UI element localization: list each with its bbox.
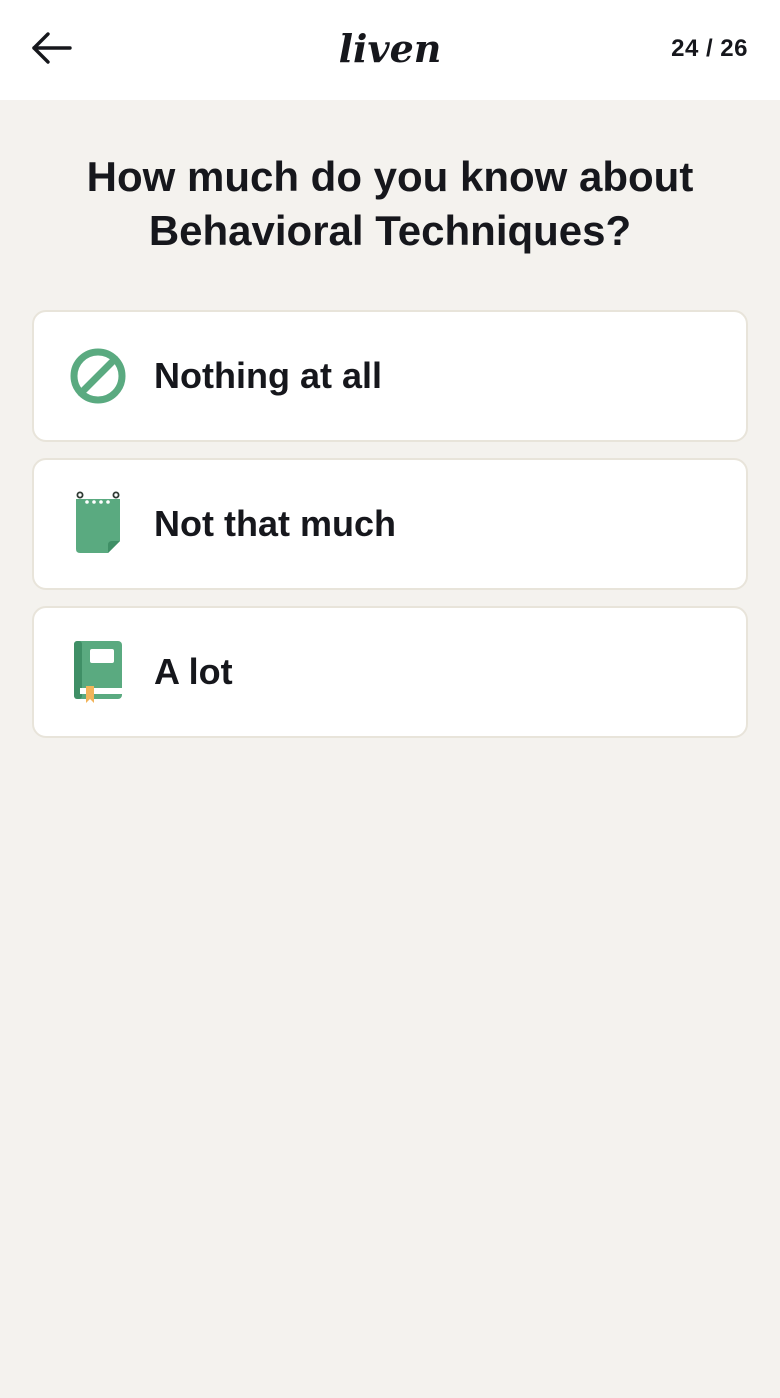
notepad-icon	[68, 490, 128, 558]
question-line-2: Behavioral Techniques?	[148, 207, 632, 254]
top-bar: liven 24 / 26	[0, 0, 780, 100]
option-not-that-much[interactable]: Not that much	[32, 458, 748, 590]
option-label: A lot	[154, 651, 233, 692]
option-nothing-at-all[interactable]: Nothing at all	[32, 310, 748, 442]
book-icon	[68, 638, 128, 706]
question-line-1: How much do you know about	[86, 153, 694, 200]
question-title: How much do you know about Behavioral Te…	[0, 150, 780, 258]
option-label: Not that much	[154, 503, 396, 544]
answer-options: Nothing at all Not that much A lot	[0, 310, 780, 738]
liven-logo: liven	[0, 20, 780, 81]
progress-counter: 24 / 26	[671, 35, 748, 62]
prohibited-icon	[68, 342, 128, 410]
option-a-lot[interactable]: A lot	[32, 606, 748, 738]
svg-text:liven: liven	[340, 26, 440, 71]
option-label: Nothing at all	[154, 355, 382, 396]
